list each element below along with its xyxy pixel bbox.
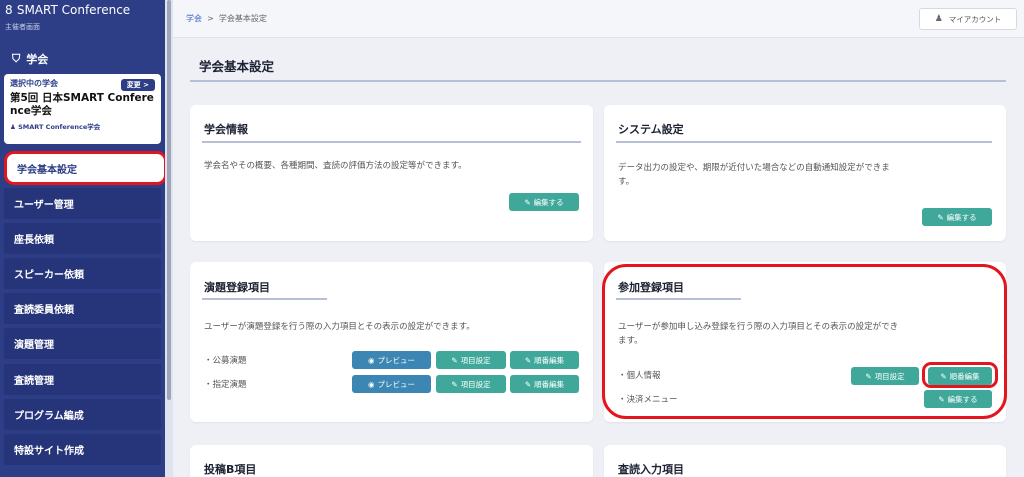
panel-divider	[202, 141, 581, 143]
item-settings-button[interactable]: ✎ 項目設定	[436, 351, 506, 369]
conference-name: 第5回 日本SMART Confere nce学会	[10, 92, 154, 117]
edit-icon: ✎	[524, 379, 532, 389]
logo-icon: 8	[5, 3, 13, 17]
edit-icon: ✎	[451, 379, 458, 389]
edit-icon: ✎	[937, 212, 944, 222]
change-conference-button[interactable]: 変更 >	[120, 79, 155, 91]
user-icon: ♟	[10, 123, 16, 131]
edit-icon: ✎	[524, 355, 532, 365]
panel-divider	[616, 141, 992, 143]
brand-name: SMART Conference	[16, 3, 131, 17]
conference-org: ♟ SMART Conference学会	[10, 123, 101, 131]
sidebar-item-program[interactable]: プログラム編成	[4, 399, 161, 430]
row-label-public-abstract: ・公募演題	[204, 356, 247, 366]
person-icon: ♟	[934, 14, 943, 24]
sidebar-item-abstracts[interactable]: 演題管理	[4, 328, 161, 359]
panel-description: データ出力の設定や、期限が近付いた場合などの自動通知設定ができま す。	[618, 163, 890, 187]
app-brand[interactable]: 8 SMART Conference	[5, 3, 130, 17]
panel-description: 学会名やその概要、各種期間、査読の評価方法の設定等ができます。	[204, 161, 467, 171]
selected-conference-card: 選択中の学会 変更 > 第5回 日本SMART Confere nce学会 ♟ S…	[4, 74, 161, 144]
section-title: 学会	[26, 53, 49, 66]
section-header: ⛉ 学会	[12, 51, 48, 67]
edit-icon: ✎	[524, 197, 531, 207]
preview-button[interactable]: ◉ プレビュー	[352, 351, 431, 369]
sidebar-item-reviews[interactable]: 査読管理	[4, 364, 161, 395]
my-account-label: マイアカウント	[948, 14, 1002, 24]
row-label-designated-abstract: ・指定演題	[204, 380, 247, 390]
sidebar-item-basic-settings[interactable]: 学会基本設定	[4, 151, 167, 185]
panel-title: 演題登録項目	[204, 281, 270, 294]
topbar	[173, 0, 1024, 38]
sidebar-item-chair-requests[interactable]: 座長依頼	[4, 223, 161, 254]
title-divider	[190, 80, 1006, 82]
panel-review-fields: 査読入力項目	[604, 445, 1006, 477]
panel-description: ユーザーが演題登録を行う際の入力項目とその表示の設定ができます。	[204, 322, 475, 332]
highlight-ring-order-edit	[922, 362, 998, 388]
breadcrumb-separator: >	[207, 14, 214, 23]
highlight-ring-registration-panel	[602, 264, 1007, 419]
eye-icon: ◉	[367, 379, 375, 389]
page-title: 学会基本設定	[199, 59, 275, 74]
breadcrumb-home[interactable]: 学会	[186, 14, 202, 23]
order-edit-button[interactable]: ✎ 順番編集	[510, 351, 579, 369]
sidebar-item-special-site[interactable]: 特設サイト作成	[4, 434, 161, 465]
panel-title: 査読入力項目	[618, 463, 684, 476]
sidebar-item-speaker-requests[interactable]: スピーカー依頼	[4, 258, 161, 289]
eye-icon: ◉	[367, 355, 375, 365]
podium-icon: ⛉	[12, 52, 21, 65]
my-account-button[interactable]: ♟ マイアカウント	[919, 8, 1017, 30]
order-edit-button[interactable]: ✎ 順番編集	[510, 375, 579, 393]
panel-conference-info: 学会情報 学会名やその概要、各種期間、査読の評価方法の設定等ができます。 ✎ 編集…	[190, 105, 593, 241]
edit-button[interactable]: ✎ 編集する	[922, 208, 992, 226]
sidebar: 8 SMART Conference 主催者画面 ⛉ 学会 選択中の学会 変更 …	[0, 0, 167, 477]
panel-system-settings: システム設定 データ出力の設定や、期限が近付いた場合などの自動通知設定ができます…	[604, 105, 1006, 241]
panel-abstract-fields: 演題登録項目 ユーザーが演題登録を行う際の入力項目とその表示の設定ができます。 …	[190, 262, 593, 422]
panel-divider	[202, 298, 327, 300]
sidebar-item-reviewer-requests[interactable]: 査読委員依頼	[4, 293, 161, 324]
edit-button[interactable]: ✎ 編集する	[509, 193, 579, 211]
sidebar-scroll-thumb[interactable]	[167, 0, 171, 400]
panel-title: 投稿B項目	[204, 463, 257, 476]
edit-icon: ✎	[451, 355, 458, 365]
breadcrumb-current: 学会基本設定	[218, 14, 267, 23]
preview-button[interactable]: ◉ プレビュー	[352, 375, 431, 393]
breadcrumb: 学会 > 学会基本設定	[186, 13, 267, 24]
sidebar-item-users[interactable]: ユーザー管理	[4, 188, 161, 219]
item-settings-button[interactable]: ✎ 項目設定	[436, 375, 506, 393]
brand-subtitle: 主催者画面	[5, 23, 40, 31]
panel-title: 学会情報	[204, 123, 248, 136]
panel-title: システム設定	[618, 123, 684, 136]
panel-postb-fields: 投稿B項目	[190, 445, 593, 477]
